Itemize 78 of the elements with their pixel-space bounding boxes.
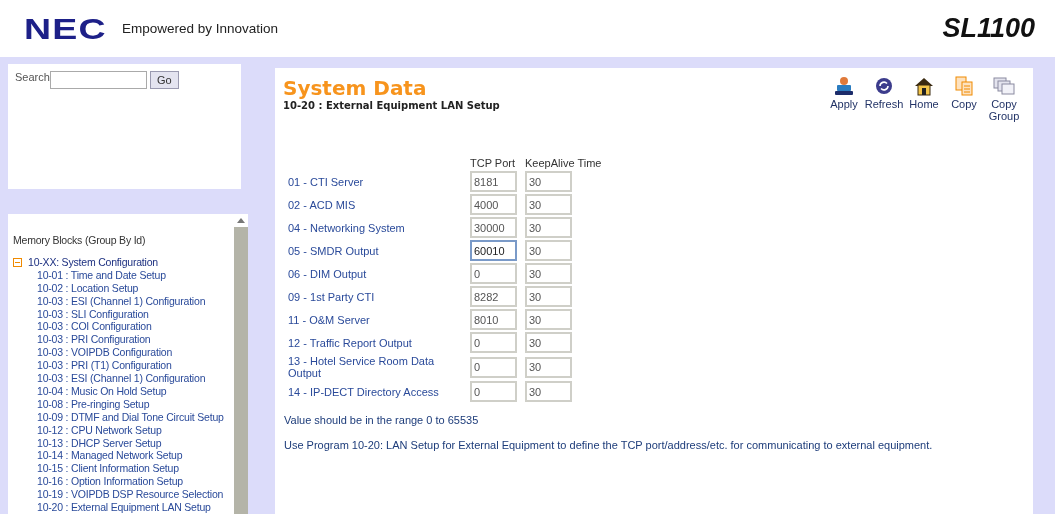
port-field[interactable]: 8010 bbox=[470, 309, 517, 330]
toolbar-button[interactable]: Copy Group bbox=[985, 76, 1023, 122]
toolbar-label: Copy Group bbox=[987, 98, 1021, 122]
copy-icon bbox=[954, 76, 974, 96]
port-field[interactable]: 30000 bbox=[470, 217, 517, 238]
tagline: Empowered by Innovation bbox=[122, 21, 279, 36]
tree-item[interactable]: 10-12 : CPU Network Setup bbox=[13, 423, 234, 437]
toolbar-button[interactable]: Copy bbox=[945, 76, 983, 122]
keepalive-field[interactable]: 30 bbox=[525, 171, 572, 192]
tree-item[interactable]: 10-03 : ESI (Channel 1) Configuration bbox=[13, 372, 234, 385]
row-label: 01 - CTI Server bbox=[288, 175, 365, 188]
folders-icon bbox=[993, 76, 1015, 96]
port-field[interactable]: 0 bbox=[470, 263, 517, 284]
keepalive-field[interactable]: 30 bbox=[525, 194, 572, 215]
port-field[interactable]: 0 bbox=[470, 356, 517, 378]
collapse-icon[interactable] bbox=[13, 257, 22, 267]
keepalive-field[interactable]: 30 bbox=[525, 217, 572, 238]
port-field[interactable]: 4000 bbox=[470, 194, 517, 215]
tree-item[interactable]: 10-03 : COI Configuration bbox=[13, 320, 234, 334]
tree-item[interactable]: 10-15 : Client Information Setup bbox=[13, 462, 234, 476]
port-field[interactable]: 60010 bbox=[470, 240, 517, 261]
search-label: Search bbox=[15, 71, 50, 83]
page-subtitle: 10-20 : External Equipment LAN Setup bbox=[283, 100, 500, 111]
home-icon bbox=[914, 76, 934, 96]
tree-item[interactable]: 10-09 : DTMF and Dial Tone Circuit Setup bbox=[13, 410, 234, 424]
keepalive-field[interactable]: 30 bbox=[525, 381, 572, 402]
column-header: TCP Port bbox=[470, 157, 517, 169]
row-label: 09 - 1st Party CTI bbox=[288, 290, 376, 303]
go-button[interactable]: Go bbox=[149, 71, 179, 89]
tree-item[interactable]: 10-01 : Time and Date Setup bbox=[13, 268, 234, 282]
help-text: Use Program 10-20: LAN Setup for External Equipment to define the TCP port/address/etc. for communicating to external equipment. bbox=[284, 439, 934, 451]
toolbar-label: Home bbox=[909, 98, 939, 110]
keepalive-field[interactable]: 30 bbox=[525, 332, 572, 353]
tree-title: Memory Blocks (Group By Id) bbox=[13, 233, 147, 247]
tree-item[interactable]: 10-14 : Managed Network Setup bbox=[13, 449, 234, 463]
row-label: 05 - SMDR Output bbox=[288, 244, 380, 257]
row-label: 04 - Networking System bbox=[288, 221, 406, 234]
tree-item[interactable]: 10-03 : PRI (T1) Configuration bbox=[13, 359, 234, 373]
refresh-icon bbox=[874, 76, 894, 96]
toolbar-label: Refresh bbox=[864, 98, 904, 110]
tree-item[interactable]: 10-20 : External Equipment LAN Setup bbox=[13, 501, 234, 514]
row-label: 14 - IP-DECT Directory Access bbox=[288, 385, 440, 398]
port-field[interactable]: 8181 bbox=[470, 171, 517, 192]
keepalive-field[interactable]: 30 bbox=[525, 286, 572, 307]
tree-item[interactable]: 10-13 : DHCP Server Setup bbox=[13, 436, 234, 450]
port-field[interactable]: 8282 bbox=[470, 286, 517, 307]
tree-item[interactable]: 10-03 : ESI (Channel 1) Configuration bbox=[13, 294, 234, 308]
tree-item[interactable]: 10-03 : VOIPDB Configuration bbox=[13, 346, 234, 360]
keepalive-field[interactable]: 30 bbox=[525, 240, 572, 261]
row-label: 11 - O&M Server bbox=[288, 313, 371, 326]
tree-item[interactable]: 10-04 : Music On Hold Setup bbox=[13, 384, 234, 398]
stamp-icon bbox=[833, 76, 855, 96]
tree-item[interactable]: 10-08 : Pre-ringing Setup bbox=[13, 397, 234, 411]
row-label: 13 - Hotel Service Room Data Output bbox=[288, 355, 436, 379]
row-label: 06 - DIM Output bbox=[288, 267, 368, 280]
toolbar-button[interactable]: Refresh bbox=[865, 76, 903, 122]
page-title: System Data bbox=[283, 76, 428, 100]
row-label: 12 - Traffic Report Output bbox=[288, 336, 413, 349]
keepalive-field[interactable]: 30 bbox=[525, 356, 572, 378]
search-field[interactable] bbox=[49, 71, 147, 89]
keepalive-field[interactable]: 30 bbox=[525, 309, 572, 330]
tree-item[interactable]: 10-16 : Option Information Setup bbox=[13, 475, 234, 489]
product-name: SL1100 bbox=[942, 13, 1035, 44]
keepalive-field[interactable]: 30 bbox=[525, 263, 572, 284]
row-label: 02 - ACD MIS bbox=[288, 198, 357, 211]
tree-item[interactable]: 10-19 : VOIPDB DSP Resource Selection bbox=[13, 488, 234, 502]
tree-item[interactable]: 10-02 : Location Setup bbox=[13, 281, 234, 295]
port-field[interactable]: 0 bbox=[470, 381, 517, 402]
tree-group[interactable]: 10-XX: System Configuration bbox=[28, 255, 158, 269]
toolbar-button[interactable]: Home bbox=[905, 76, 943, 122]
range-note: Value should be in the range 0 to 65535 bbox=[284, 414, 480, 426]
toolbar-button[interactable]: Apply bbox=[825, 76, 863, 122]
toolbar-label: Copy bbox=[951, 98, 977, 110]
tree-item[interactable]: 10-03 : PRI Configuration bbox=[13, 333, 234, 347]
port-field[interactable]: 0 bbox=[470, 332, 517, 353]
column-header: KeepAlive Time bbox=[525, 157, 602, 169]
toolbar-label: Apply bbox=[830, 98, 858, 110]
tree-item[interactable]: 10-03 : SLI Configuration bbox=[13, 307, 234, 321]
